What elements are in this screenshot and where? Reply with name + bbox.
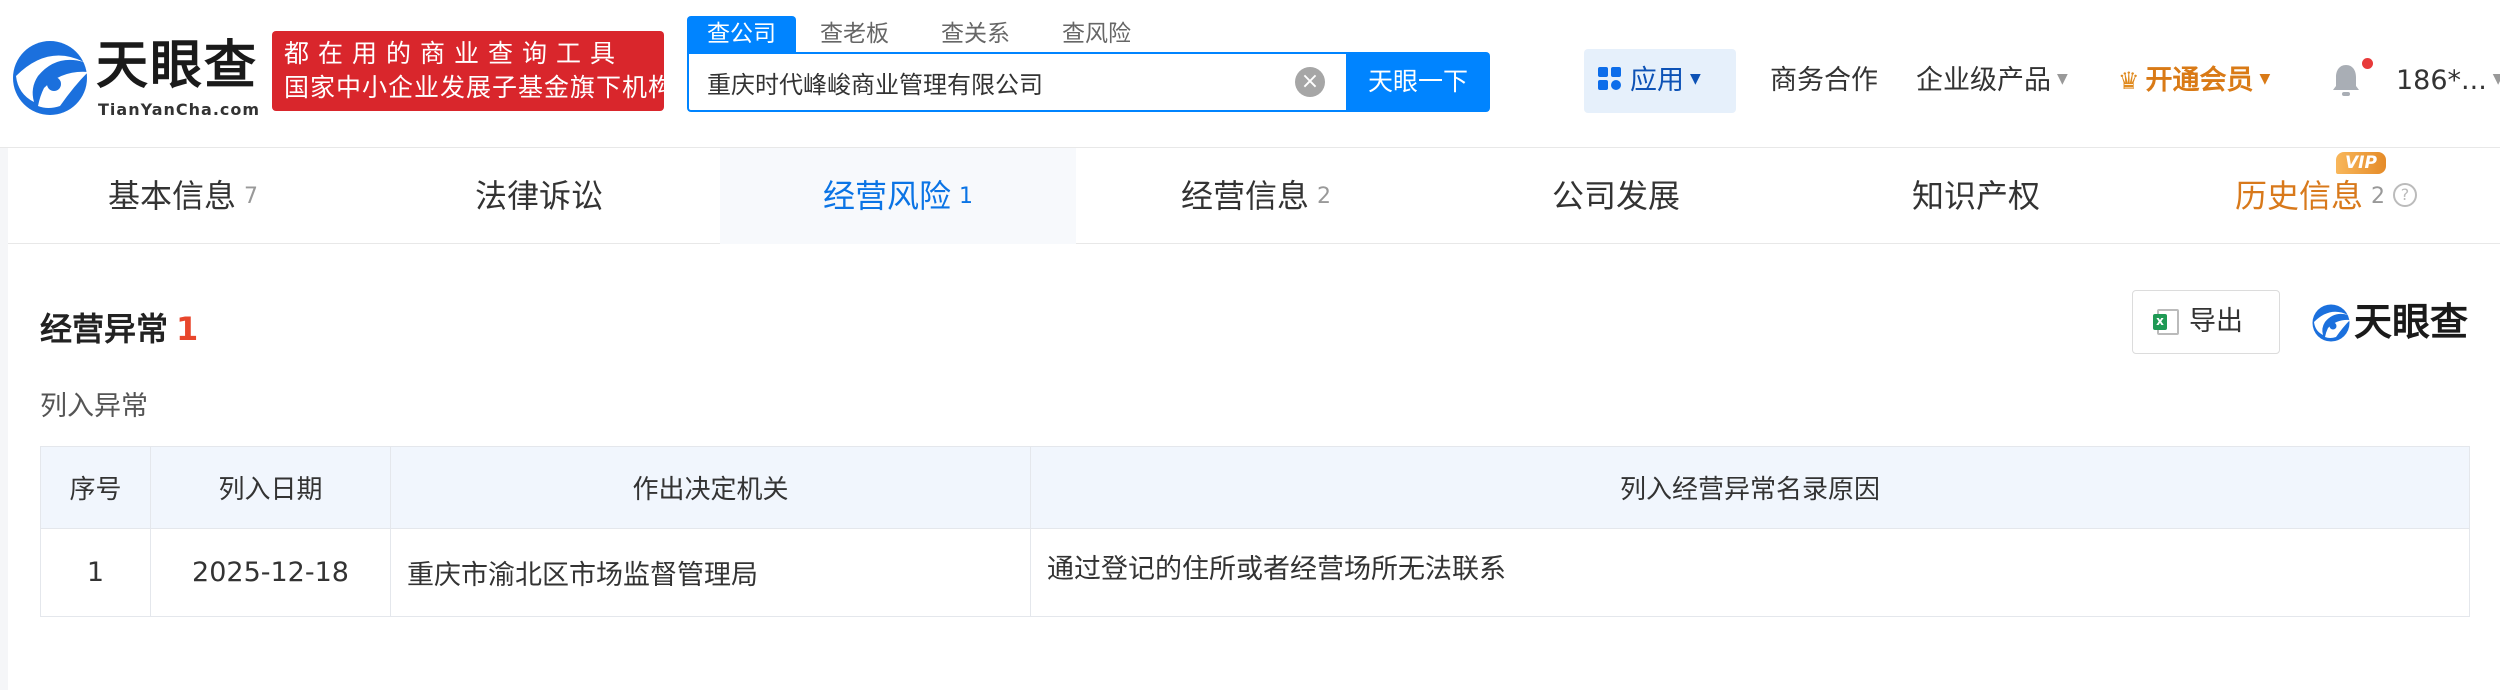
section-title-text: 经营异常 [40,310,169,348]
tab-label: 公司发展 [1551,177,1680,215]
watermark-text: 天眼查 [2354,300,2469,344]
eye-logo-icon [13,41,88,115]
clear-search-icon[interactable]: × [1295,67,1325,97]
tab-operating-risk[interactable]: 经营风险 1 [720,148,1076,244]
cell-index: 1 [40,528,151,617]
search-type-tabs: 查公司 查老板 查关系 查风险 [687,16,1165,52]
tab-count: 2 [1317,184,1331,209]
tianyancha-logo[interactable]: 天眼查 TianYanCha.com [8,34,261,120]
chevron-down-icon: ▼ [2057,70,2068,87]
search-button[interactable]: 天眼一下 [1346,52,1490,112]
app-menu-button[interactable]: 应用 ▼ [1584,49,1736,113]
slogan-banner[interactable]: 都在用的商业查询工具 国家中小企业发展子基金旗下机构 [272,31,675,111]
eye-logo-icon [2312,304,2350,342]
open-vip-label: 开通会员 [2145,65,2254,96]
col-header-authority: 作出决定机关 [390,446,1031,529]
user-account-menu[interactable]: 186*... ▼ [2396,49,2500,113]
search-tab-relation[interactable]: 查关系 [923,16,1028,52]
chevron-down-icon: ▼ [2259,70,2271,87]
company-tab-bar: 基本信息 7 法律诉讼 经营风险 1 经营信息 2 公司发展 知识产权 历史信息 2? [8,148,2500,244]
tab-label: 基本信息 [107,177,236,215]
excel-icon [2153,309,2179,335]
help-question-icon[interactable]: ? [2393,183,2417,207]
crown-icon: ♛ [2118,67,2140,95]
col-header-index: 序号 [40,446,151,529]
tab-label: 经营信息 [1180,177,1309,215]
tab-count: 1 [959,184,973,209]
tab-count: 2 [2371,184,2385,209]
tab-legal-litigation[interactable]: 法律诉讼 [358,148,720,244]
cell-authority[interactable]: 重庆市渝北区市场监督管理局 [390,528,1031,617]
tab-label: 法律诉讼 [474,177,603,215]
search-box: × [687,52,1347,112]
tab-count: 7 [244,184,258,209]
open-vip-menu[interactable]: ♛ 开通会员 ▼ [2118,49,2270,113]
search-tab-risk[interactable]: 查风险 [1044,16,1149,52]
vip-badge: VIP [2336,152,2386,174]
subsection-title: 列入异常 [40,391,148,422]
table-header-row: 序号 列入日期 作出决定机关 列入经营异常名录原因 [40,446,2470,529]
tab-operating-info[interactable]: 经营信息 2 [1076,148,1436,244]
col-header-date: 列入日期 [150,446,391,529]
tab-label: 知识产权 [1911,177,2040,215]
logo-domain: TianYanCha.com [98,100,261,119]
logo-text: 天眼查 [96,36,259,96]
col-header-reason: 列入经营异常名录原因 [1030,446,2470,529]
section-title: 经营异常 1 [40,304,198,350]
search-tab-company[interactable]: 查公司 [687,16,796,52]
notification-dot [2362,58,2373,69]
export-label: 导出 [2189,306,2243,337]
export-button[interactable]: 导出 [2132,290,2280,354]
table-row: 1 2025-12-18 重庆市渝北区市场监督管理局 通过登记的住所或者经营场所… [40,528,2470,617]
chevron-down-icon: ▼ [2492,70,2500,87]
abnormal-list-table: 序号 列入日期 作出决定机关 列入经营异常名录原因 1 2025-12-18 重… [40,446,2470,617]
business-cooperation-link[interactable]: 商务合作 [1770,49,1878,113]
cell-reason: 通过登记的住所或者经营场所无法联系 [1030,528,2470,617]
cell-date: 2025-12-18 [150,528,391,617]
search-tab-boss[interactable]: 查老板 [802,16,907,52]
chevron-down-icon: ▼ [1690,70,1701,87]
tab-label: 历史信息 [2234,177,2363,215]
tab-company-development[interactable]: 公司发展 [1436,148,1796,244]
app-menu-label: 应用 [1630,65,1684,96]
search-input[interactable] [707,54,1267,110]
section-count: 1 [176,310,199,348]
enterprise-products-menu[interactable]: 企业级产品 ▼ [1916,49,2068,113]
tab-intellectual-property[interactable]: 知识产权 [1796,148,2156,244]
slogan-line-2: 国家中小企业发展子基金旗下机构 [284,73,675,102]
tab-basic-info[interactable]: 基本信息 7 [8,148,358,244]
tab-label: 经营风险 [822,177,951,215]
user-phone-label: 186*... [2396,65,2487,96]
abnormal-operation-section: 经营异常1 导出 天眼查 列入异常 序号 列入日期 作出决定机关 列入经营异常名… [8,244,2500,690]
tianyancha-watermark: 天眼查 [2310,296,2480,348]
tab-history-info[interactable]: 历史信息 2? [2156,148,2496,244]
app-grid-icon [1598,66,1622,91]
enterprise-products-label: 企业级产品 [1916,65,2051,96]
notification-bell-icon[interactable] [2330,62,2362,98]
slogan-line-1: 都在用的商业查询工具 [284,39,625,68]
top-header: 天眼查 TianYanCha.com 都在用的商业查询工具 国家中小企业发展子基… [0,0,2500,148]
